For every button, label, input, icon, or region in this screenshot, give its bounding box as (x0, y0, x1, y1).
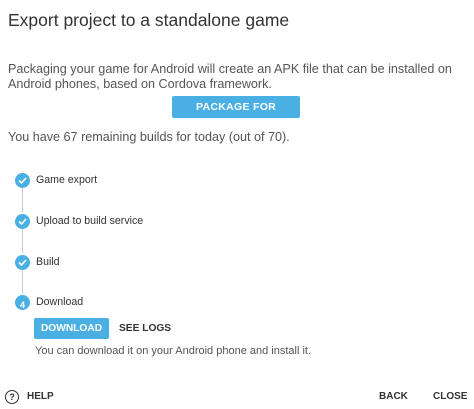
stepper-connector (22, 188, 23, 212)
close-button[interactable]: CLOSE (433, 389, 467, 405)
stepper-connector (22, 229, 23, 253)
help-button[interactable]: ? HELP (5, 389, 54, 405)
step-2-label: Upload to build service (36, 215, 144, 227)
step-1-check-icon (15, 173, 30, 188)
dialog-description: Packaging your game for Android will cre… (8, 62, 452, 91)
package-for-android-button[interactable]: PACKAGE FOR ANDROID (172, 96, 300, 135)
help-label: HELP (27, 391, 54, 402)
export-dialog: Export project to a standalone game Pack… (0, 0, 474, 409)
builds-remaining-text: You have 67 remaining builds for today (… (8, 130, 290, 144)
step-2-check-icon (15, 214, 30, 229)
step-1-label: Game export (36, 174, 98, 186)
download-hint: You can download it on your Android phon… (35, 345, 312, 357)
step-4-number-badge: 4 (15, 295, 30, 310)
step-3-check-icon (15, 255, 30, 270)
stepper-connector (22, 270, 23, 294)
dialog-title: Export project to a standalone game (8, 10, 290, 30)
see-logs-button[interactable]: SEE LOGS (119, 318, 171, 339)
question-circle-icon: ? (5, 390, 19, 404)
back-button[interactable]: BACK (379, 389, 408, 405)
download-button[interactable]: DOWNLOAD (34, 318, 109, 339)
step-4-label: Download (36, 296, 84, 308)
step-3-label: Build (36, 256, 60, 268)
step-4-number: 4 (19, 300, 25, 310)
